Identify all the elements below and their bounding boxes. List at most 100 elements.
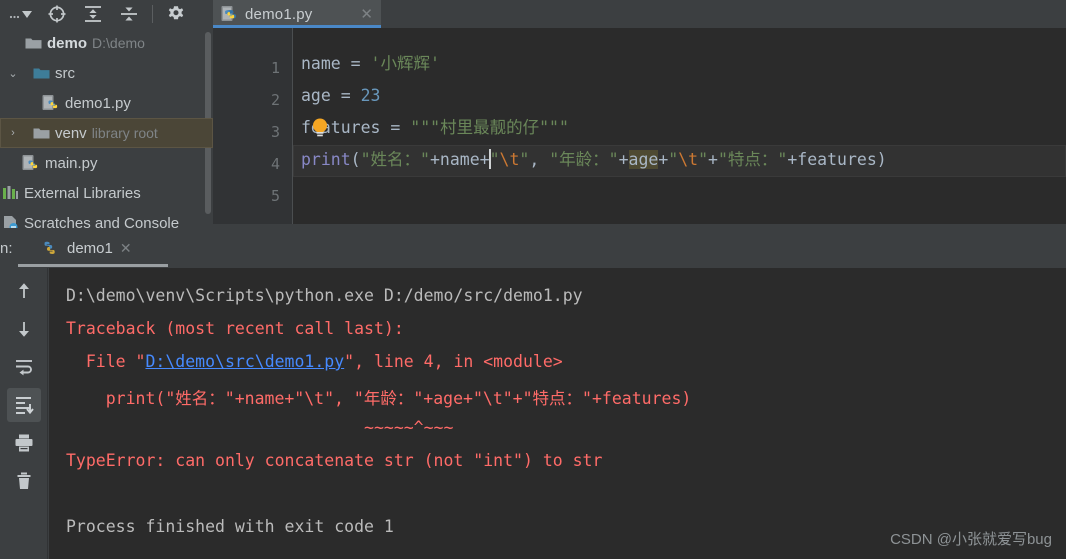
- gear-icon: [168, 6, 184, 20]
- console-text: File ": [66, 352, 146, 371]
- trash-icon: [17, 472, 30, 489]
- editor-gutter: 1 2 3 4 5: [213, 28, 293, 224]
- console-text: Traceback (most recent call last):: [66, 319, 404, 338]
- code-token: ": [519, 150, 530, 169]
- python-config-icon: [40, 238, 60, 258]
- code-token: =: [340, 86, 361, 105]
- scroll-to-end-icon: [15, 397, 34, 415]
- soft-wrap-icon: [15, 360, 32, 376]
- code-lines[interactable]: name = '小辉辉' age = 23 features = """村里最靓…: [293, 28, 1066, 224]
- code-token: name: [301, 54, 351, 73]
- console-line: Process finished with exit code 1: [66, 517, 394, 536]
- tree-item-label: src: [55, 64, 75, 82]
- more-options-dropdown[interactable]: [4, 1, 38, 27]
- scroll-to-end-button[interactable]: [6, 388, 41, 422]
- tree-item-label: Scratches and Console: [24, 214, 180, 229]
- console-text: ~~~~~^~~~: [66, 418, 454, 437]
- console-line: ~~~~~^~~~: [66, 418, 453, 437]
- code-token: ": [698, 150, 709, 169]
- lightbulb-icon[interactable]: [310, 116, 330, 140]
- tree-item-label: venv: [55, 124, 87, 142]
- run-tab-label: demo1: [67, 239, 113, 257]
- folder-src-icon: [33, 66, 50, 80]
- project-toolbar: [0, 0, 213, 28]
- run-window-label: n:: [0, 240, 13, 257]
- tab-close-icon[interactable]: ✕: [354, 5, 373, 23]
- code-token: ": [668, 150, 679, 169]
- scroll-down-button[interactable]: [7, 312, 41, 346]
- tree-item-scratches-and-consoles[interactable]: Scratches and Console: [0, 208, 213, 228]
- tree-item-label: demo1.py: [65, 94, 131, 112]
- code-token: age: [628, 150, 659, 169]
- settings-button[interactable]: [159, 1, 193, 27]
- editor-tab-strip: demo1.py ✕: [213, 0, 1066, 28]
- console-text: D:\demo\venv\Scripts\python.exe D:/demo/…: [66, 286, 583, 305]
- code-token: name: [439, 150, 480, 169]
- code-token: (: [350, 150, 361, 169]
- console-line[interactable]: File "D:\demo\src\demo1.py", line 4, in …: [66, 352, 563, 371]
- run-tool-window: n: demo1 ✕ D:\demo\venv\Scripts\python.e…: [0, 228, 1066, 559]
- tree-item-demo1-py[interactable]: demo1.py: [0, 88, 213, 118]
- line-number: 4: [270, 155, 280, 173]
- run-tab-bar: n: demo1 ✕: [0, 228, 1066, 268]
- soft-wrap-button[interactable]: [7, 350, 41, 384]
- code-line-3[interactable]: features = """村里最靓的仔""": [301, 112, 569, 144]
- code-line-2[interactable]: age = 23: [301, 80, 381, 112]
- code-line-4[interactable]: print("姓名："+name+"\t", "年龄："+age+"\t"+"特…: [301, 144, 887, 176]
- line-number: 2: [270, 91, 280, 109]
- ellipsis-dropdown-icon: [9, 11, 32, 19]
- code-token: print: [301, 150, 351, 169]
- console-text: print("姓名："+name+"\t", "年龄："+age+"\t"+"特…: [66, 389, 692, 408]
- console-file-link[interactable]: D:\demo\src\demo1.py: [145, 352, 344, 371]
- code-token: features: [797, 150, 877, 169]
- tree-item-src[interactable]: ⌄ src: [0, 58, 213, 88]
- crosshair-target-icon: [48, 5, 66, 23]
- code-line-1[interactable]: name = '小辉辉': [301, 48, 440, 80]
- expand-all-button[interactable]: [76, 1, 110, 27]
- code-token: +: [429, 150, 440, 169]
- console-line: Traceback (most recent call last):: [66, 319, 404, 338]
- line-number: 3: [270, 123, 280, 141]
- console-line: D:\demo\venv\Scripts\python.exe D:/demo/…: [66, 286, 583, 305]
- scroll-up-button[interactable]: [7, 274, 41, 308]
- run-tab-demo1[interactable]: demo1 ✕: [30, 228, 142, 268]
- code-token: +: [708, 150, 718, 169]
- folder-icon: [25, 36, 42, 50]
- code-token: =: [390, 118, 411, 137]
- tab-label: demo1.py: [245, 5, 313, 23]
- run-tab-active-indicator: [18, 264, 168, 267]
- run-tab-close-icon[interactable]: ✕: [120, 240, 132, 257]
- collapse-all-button[interactable]: [112, 1, 146, 27]
- tree-item-venv[interactable]: › venv library root: [0, 118, 213, 148]
- expand-all-icon: [85, 6, 101, 22]
- console-text: ", line 4, in <module>: [344, 352, 563, 371]
- code-token: ,: [529, 150, 550, 169]
- collapse-all-icon: [121, 7, 137, 21]
- code-editor[interactable]: 1 2 3 4 5 name = '小辉辉' age = 23 features…: [213, 28, 1066, 224]
- code-token: age: [301, 86, 341, 105]
- code-token: """村里最靓的仔""": [410, 118, 569, 137]
- tree-item-main-py[interactable]: main.py: [0, 148, 213, 178]
- pycharm-window: demo1.py ✕ demo D:\demo ⌄ src demo1.py ›…: [0, 0, 1066, 559]
- python-file-icon: [22, 154, 40, 172]
- locate-file-button[interactable]: [40, 1, 74, 27]
- console-text: Process finished with exit code 1: [66, 517, 394, 536]
- print-button[interactable]: [7, 426, 41, 460]
- code-token: "特点：": [717, 150, 788, 169]
- tree-expand-arrow-icon[interactable]: ⌄: [6, 67, 20, 80]
- code-token: +: [618, 150, 629, 169]
- tree-item-demo[interactable]: demo D:\demo: [0, 28, 213, 58]
- clear-all-button[interactable]: [7, 464, 41, 498]
- code-token: 23: [360, 86, 381, 105]
- code-token: ": [489, 150, 500, 169]
- tree-item-label: External Libraries: [24, 184, 141, 202]
- console-line: TypeError: can only concatenate str (not…: [66, 451, 602, 470]
- code-token: +: [787, 150, 798, 169]
- tree-item-external-libraries[interactable]: External Libraries: [0, 178, 213, 208]
- tree-collapse-arrow-icon[interactable]: ›: [6, 127, 20, 139]
- code-token: ): [876, 150, 887, 169]
- code-token: "姓名：": [360, 150, 430, 169]
- tab-demo1-py[interactable]: demo1.py ✕: [213, 0, 381, 28]
- console-line: print("姓名："+name+"\t", "年龄："+age+"\t"+"特…: [66, 385, 692, 409]
- console-output[interactable]: D:\demo\venv\Scripts\python.exe D:/demo/…: [49, 268, 1066, 559]
